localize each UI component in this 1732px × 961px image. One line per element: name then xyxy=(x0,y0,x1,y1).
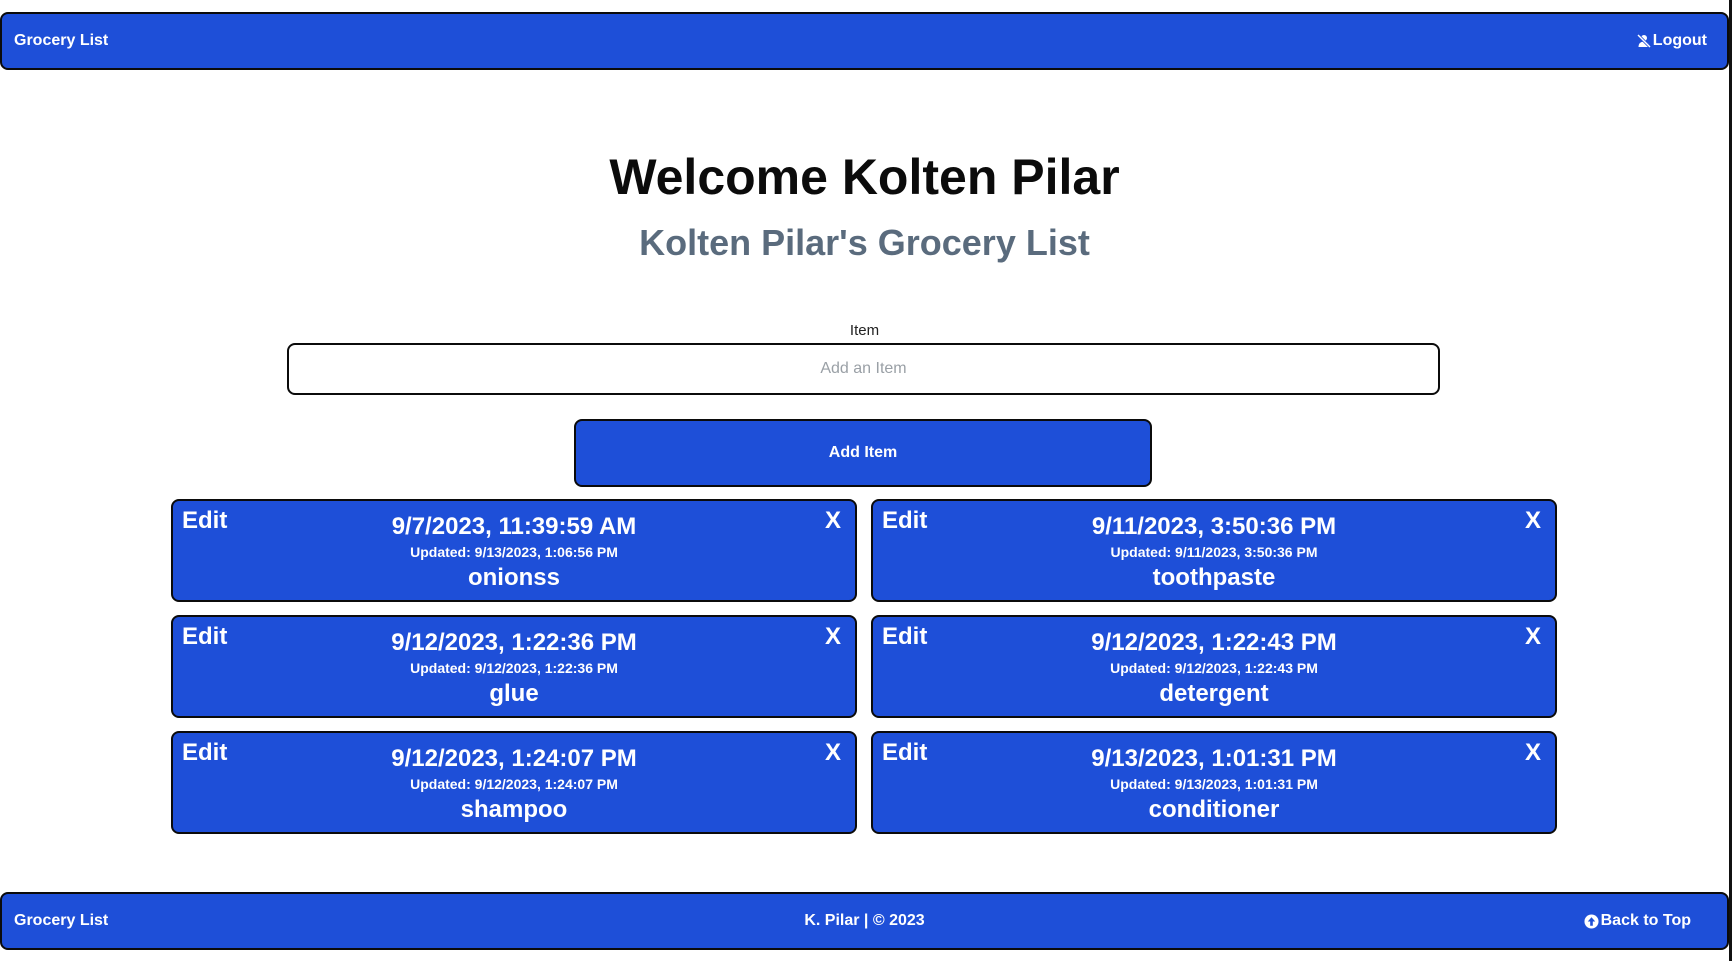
item-name: conditioner xyxy=(1148,796,1280,823)
add-item-button[interactable]: Add Item xyxy=(574,419,1152,487)
item-name: glue xyxy=(489,680,539,707)
navbar-brand[interactable]: Grocery List xyxy=(14,32,108,50)
item-created-date: 9/13/2023, 1:01:31 PM xyxy=(1091,745,1337,772)
grocery-item-grid: Edit X 9/7/2023, 11:39:59 AM Updated: 9/… xyxy=(171,499,1557,834)
item-created-date: 9/7/2023, 11:39:59 AM xyxy=(391,513,637,540)
footer: Grocery List K. Pilar | © 2023 Back to T… xyxy=(0,892,1729,950)
item-created-date: 9/12/2023, 1:22:43 PM xyxy=(1091,629,1337,656)
item-updated-date: Updated: 9/11/2023, 3:50:36 PM xyxy=(1110,544,1318,560)
navbar: Grocery List Logout xyxy=(0,12,1729,70)
user-slash-icon xyxy=(1636,34,1651,48)
item-label: Item xyxy=(849,322,880,339)
grocery-item-card: Edit X 9/12/2023, 1:22:36 PM Updated: 9/… xyxy=(171,615,857,718)
item-name: toothpaste xyxy=(1152,564,1276,591)
grocery-item-card: Edit X 9/13/2023, 1:01:31 PM Updated: 9/… xyxy=(871,731,1557,834)
back-to-top-link[interactable]: Back to Top xyxy=(1584,912,1691,930)
back-to-top-label: Back to Top xyxy=(1600,912,1691,929)
welcome-heading: Welcome Kolten Pilar xyxy=(609,149,1120,205)
item-updated-date: Updated: 9/13/2023, 1:06:56 PM xyxy=(410,544,618,560)
list-subtitle: Kolten Pilar's Grocery List xyxy=(639,222,1090,263)
item-created-date: 9/12/2023, 1:24:07 PM xyxy=(391,745,637,772)
item-name: shampoo xyxy=(460,796,568,823)
footer-brand[interactable]: Grocery List xyxy=(14,912,108,930)
grocery-item-card: Edit X 9/11/2023, 3:50:36 PM Updated: 9/… xyxy=(871,499,1557,602)
item-name: detergent xyxy=(1159,680,1269,707)
item-created-date: 9/12/2023, 1:22:36 PM xyxy=(391,629,637,656)
logout-label: Logout xyxy=(1652,32,1707,49)
logout-button[interactable]: Logout xyxy=(1636,32,1707,50)
item-input[interactable] xyxy=(287,343,1440,395)
arrow-circle-up-icon xyxy=(1584,913,1599,929)
grocery-item-card: Edit X 9/12/2023, 1:24:07 PM Updated: 9/… xyxy=(171,731,857,834)
item-updated-date: Updated: 9/13/2023, 1:01:31 PM xyxy=(1110,776,1318,792)
footer-copyright: K. Pilar | © 2023 xyxy=(804,912,925,929)
grocery-item-card: Edit X 9/7/2023, 11:39:59 AM Updated: 9/… xyxy=(171,499,857,602)
item-created-date: 9/11/2023, 3:50:36 PM xyxy=(1091,513,1337,540)
item-updated-date: Updated: 9/12/2023, 1:22:36 PM xyxy=(410,660,618,676)
grocery-item-card: Edit X 9/12/2023, 1:22:43 PM Updated: 9/… xyxy=(871,615,1557,718)
item-updated-date: Updated: 9/12/2023, 1:22:43 PM xyxy=(1110,660,1318,676)
item-updated-date: Updated: 9/12/2023, 1:24:07 PM xyxy=(410,776,618,792)
item-name: onionss xyxy=(467,564,560,591)
